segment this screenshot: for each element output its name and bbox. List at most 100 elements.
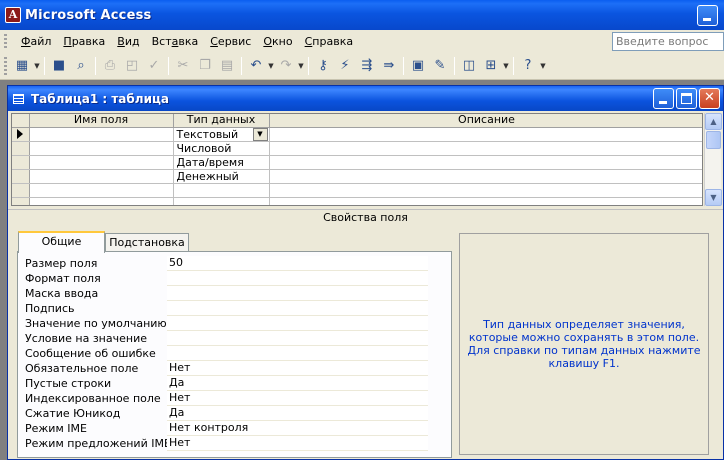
property-row: Размер поля 50 xyxy=(25,256,428,271)
redo-icon[interactable]: ↷ xyxy=(275,55,297,77)
column-header-data-type[interactable]: Тип данных xyxy=(173,114,270,128)
paste-icon[interactable]: ▤ xyxy=(216,55,238,77)
help-question-input[interactable]: Введите вопрос xyxy=(612,32,724,51)
row-selector[interactable] xyxy=(12,197,30,205)
property-value-field[interactable] xyxy=(167,316,428,331)
property-value-field[interactable]: 50 xyxy=(167,256,428,271)
build-icon[interactable]: ✎ xyxy=(429,55,451,77)
field-name-cell[interactable] xyxy=(29,169,174,184)
doc-minimize-button[interactable] xyxy=(653,88,674,109)
doc-close-button[interactable]: ✕ xyxy=(699,88,720,109)
property-help-text: Тип данных определяет значения, которые … xyxy=(467,318,701,370)
property-row: Условие на значение xyxy=(25,331,428,346)
menu-window[interactable]: Окно xyxy=(257,35,298,48)
data-type-cell[interactable]: Числовой xyxy=(173,141,270,156)
property-value-field[interactable] xyxy=(167,346,428,361)
property-value-field[interactable] xyxy=(167,301,428,316)
column-header-field-name[interactable]: Имя поля xyxy=(29,114,174,128)
print-preview-icon[interactable]: ◰ xyxy=(121,55,143,77)
primary-key-icon[interactable]: ⚷ xyxy=(312,55,334,77)
toolbar-grip-handle[interactable] xyxy=(4,56,7,75)
property-value-field[interactable]: Да xyxy=(167,406,428,421)
description-cell[interactable] xyxy=(269,169,702,184)
property-name: Обязательное поле xyxy=(25,362,139,375)
menu-tools[interactable]: Сервис xyxy=(204,35,257,48)
app-minimize-button[interactable] xyxy=(697,5,718,26)
tab-lookup[interactable]: Подстановка xyxy=(105,233,189,253)
document-title-bar[interactable]: Таблица1 : таблица ✕ xyxy=(8,86,723,111)
menu-file[interactable]: Файл xyxy=(15,35,57,48)
field-name-cell[interactable] xyxy=(29,183,174,198)
data-type-cell[interactable] xyxy=(173,183,270,198)
row-selector[interactable] xyxy=(12,127,30,142)
copy-icon[interactable]: ❐ xyxy=(194,55,216,77)
property-value-field[interactable]: Нет xyxy=(167,391,428,406)
row-selector[interactable] xyxy=(12,141,30,156)
scroll-up-icon[interactable]: ▲ xyxy=(705,113,722,130)
app-title-bar[interactable]: A Microsoft Access xyxy=(0,0,724,30)
access-app-icon[interactable]: A xyxy=(5,7,21,23)
save-icon[interactable]: ■ xyxy=(48,55,70,77)
menu-edit[interactable]: Правка xyxy=(57,35,111,48)
menu-grip-handle[interactable] xyxy=(4,34,7,48)
field-grid: Имя поля Тип данных Описание Текстовый ▼ … xyxy=(11,113,703,206)
redo-dropdown-icon[interactable]: ▼ xyxy=(297,62,305,70)
chevron-down-icon[interactable]: ▼ xyxy=(252,127,268,140)
insert-rows-icon[interactable]: ⇶ xyxy=(356,55,378,77)
scroll-down-icon[interactable]: ▼ xyxy=(705,189,722,206)
print-icon[interactable]: ⎙ xyxy=(99,55,121,77)
row-selector[interactable] xyxy=(12,155,30,170)
view-mode-icon[interactable]: ▦ xyxy=(11,55,33,77)
menu-bar: Файл Правка Вид Вставка Сервис Окно Спра… xyxy=(0,30,724,52)
new-object-icon[interactable]: ⊞ xyxy=(480,55,502,77)
database-window-icon[interactable]: ◫ xyxy=(458,55,480,77)
tab-general[interactable]: Общие xyxy=(18,231,105,253)
property-value-field[interactable]: Да xyxy=(167,376,428,391)
property-value-field[interactable] xyxy=(167,331,428,346)
undo-dropdown-icon[interactable]: ▼ xyxy=(267,62,275,70)
file-search-icon[interactable]: ⌕ xyxy=(70,55,92,77)
property-value-field[interactable]: Нет xyxy=(167,361,428,376)
data-type-value: Текстовый xyxy=(176,127,239,141)
doc-maximize-button[interactable] xyxy=(676,88,697,109)
toolbar-options-dropdown-icon[interactable]: ▼ xyxy=(539,62,547,70)
column-header-description[interactable]: Описание xyxy=(269,114,702,128)
data-type-combo[interactable]: Текстовый ▼ xyxy=(173,127,270,142)
grid-vertical-scrollbar[interactable]: ▲ ▼ xyxy=(704,113,722,206)
field-name-cell[interactable] xyxy=(29,127,174,142)
table-row xyxy=(12,197,702,205)
data-type-cell[interactable] xyxy=(173,197,270,205)
data-type-cell[interactable]: Денежный xyxy=(173,169,270,184)
help-icon[interactable]: ? xyxy=(517,55,539,77)
row-selector[interactable] xyxy=(12,169,30,184)
property-value-field[interactable]: Нет контроля xyxy=(167,421,428,436)
view-mode-dropdown-icon[interactable]: ▼ xyxy=(33,62,41,70)
description-cell[interactable] xyxy=(269,197,702,205)
properties-icon[interactable]: ▣ xyxy=(407,55,429,77)
property-value-field[interactable]: Нет xyxy=(167,436,428,451)
field-name-cell[interactable] xyxy=(29,197,174,205)
property-row: Индексированное поле Нет xyxy=(25,391,428,406)
field-name-cell[interactable] xyxy=(29,141,174,156)
property-value-field[interactable] xyxy=(167,271,428,286)
description-cell[interactable] xyxy=(269,155,702,170)
scroll-thumb[interactable] xyxy=(706,131,721,149)
description-cell[interactable] xyxy=(269,183,702,198)
data-type-cell[interactable]: Дата/время xyxy=(173,155,270,170)
row-selector[interactable] xyxy=(12,183,30,198)
menu-help[interactable]: Справка xyxy=(299,35,359,48)
table-row: Текстовый ▼ xyxy=(12,127,702,142)
cut-icon[interactable]: ✂ xyxy=(172,55,194,77)
menu-view[interactable]: Вид xyxy=(111,35,145,48)
undo-icon[interactable]: ↶ xyxy=(245,55,267,77)
field-name-cell[interactable] xyxy=(29,155,174,170)
spelling-icon[interactable]: ✓ xyxy=(143,55,165,77)
description-cell[interactable] xyxy=(269,127,702,142)
delete-rows-icon[interactable]: ⇛ xyxy=(378,55,400,77)
menu-insert[interactable]: Вставка xyxy=(146,35,205,48)
new-object-dropdown-icon[interactable]: ▼ xyxy=(502,62,510,70)
indexes-icon[interactable]: ⚡ xyxy=(334,55,356,77)
property-value-field[interactable] xyxy=(167,286,428,301)
description-cell[interactable] xyxy=(269,141,702,156)
property-name: Режим предложений IME xyxy=(25,437,171,450)
